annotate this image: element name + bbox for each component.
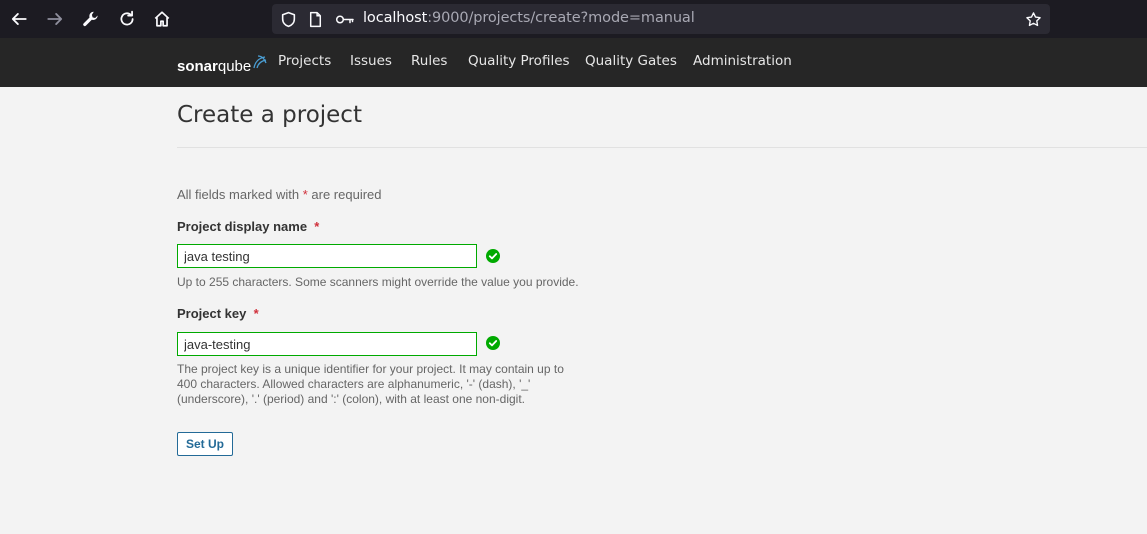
- browser-toolbar: localhost:9000/projects/create?mode=manu…: [0, 0, 1147, 38]
- reload-icon[interactable]: [115, 7, 139, 31]
- forward-arrow-icon[interactable]: [43, 7, 67, 31]
- check-circle-icon: [486, 249, 500, 263]
- key-icon[interactable]: [334, 10, 356, 28]
- url-text[interactable]: localhost:9000/projects/create?mode=manu…: [363, 10, 695, 26]
- url-bar[interactable]: localhost:9000/projects/create?mode=manu…: [272, 4, 1050, 34]
- title-divider: [177, 147, 1147, 148]
- project-key-help-line: (underscore), '.' (period) and ':' (colo…: [177, 392, 525, 406]
- back-arrow-icon[interactable]: [7, 7, 31, 31]
- url-host: localhost: [363, 10, 428, 26]
- nav-quality-profiles[interactable]: Quality Profiles: [468, 53, 570, 69]
- project-key-help-line: The project key is a unique identifier f…: [177, 362, 564, 376]
- project-key-label-text: Project key: [177, 306, 247, 321]
- check-circle-icon: [486, 336, 500, 350]
- nav-administration[interactable]: Administration: [693, 53, 792, 69]
- required-note-prefix: All fields marked with: [177, 187, 303, 202]
- url-path: :9000/projects/create?mode=manual: [427, 10, 695, 26]
- star-icon[interactable]: [1024, 10, 1042, 28]
- required-asterisk: *: [253, 306, 259, 321]
- sonar-waves-icon: [253, 55, 267, 69]
- display-name-label: Project display name *: [177, 219, 319, 234]
- page-icon[interactable]: [306, 10, 324, 28]
- sonarqube-logo[interactable]: sonar qube: [177, 51, 268, 75]
- display-name-input[interactable]: [177, 244, 477, 268]
- required-note-suffix: are required: [307, 187, 382, 202]
- display-name-help: Up to 255 characters. Some scanners migh…: [177, 275, 579, 289]
- required-asterisk: *: [314, 219, 320, 234]
- set-up-button[interactable]: Set Up: [177, 432, 233, 456]
- required-fields-note: All fields marked with * are required: [177, 187, 382, 202]
- project-key-help-line: 400 characters. Allowed characters are a…: [177, 377, 531, 391]
- home-icon[interactable]: [150, 7, 174, 31]
- project-key-help: The project key is a unique identifier f…: [177, 362, 564, 407]
- shield-icon[interactable]: [279, 10, 297, 28]
- project-key-input[interactable]: [177, 332, 477, 356]
- project-key-label: Project key *: [177, 306, 259, 321]
- nav-quality-gates[interactable]: Quality Gates: [585, 53, 677, 69]
- sonarqube-navbar: [0, 38, 1147, 87]
- display-name-label-text: Project display name: [177, 219, 308, 234]
- nav-rules[interactable]: Rules: [411, 53, 447, 69]
- nav-issues[interactable]: Issues: [350, 53, 392, 69]
- wrench-icon[interactable]: [79, 7, 103, 31]
- logo-text-bold: sonar: [177, 58, 218, 75]
- nav-projects[interactable]: Projects: [278, 53, 331, 69]
- page-title: Create a project: [177, 102, 362, 128]
- logo-text-light: qube: [217, 58, 252, 75]
